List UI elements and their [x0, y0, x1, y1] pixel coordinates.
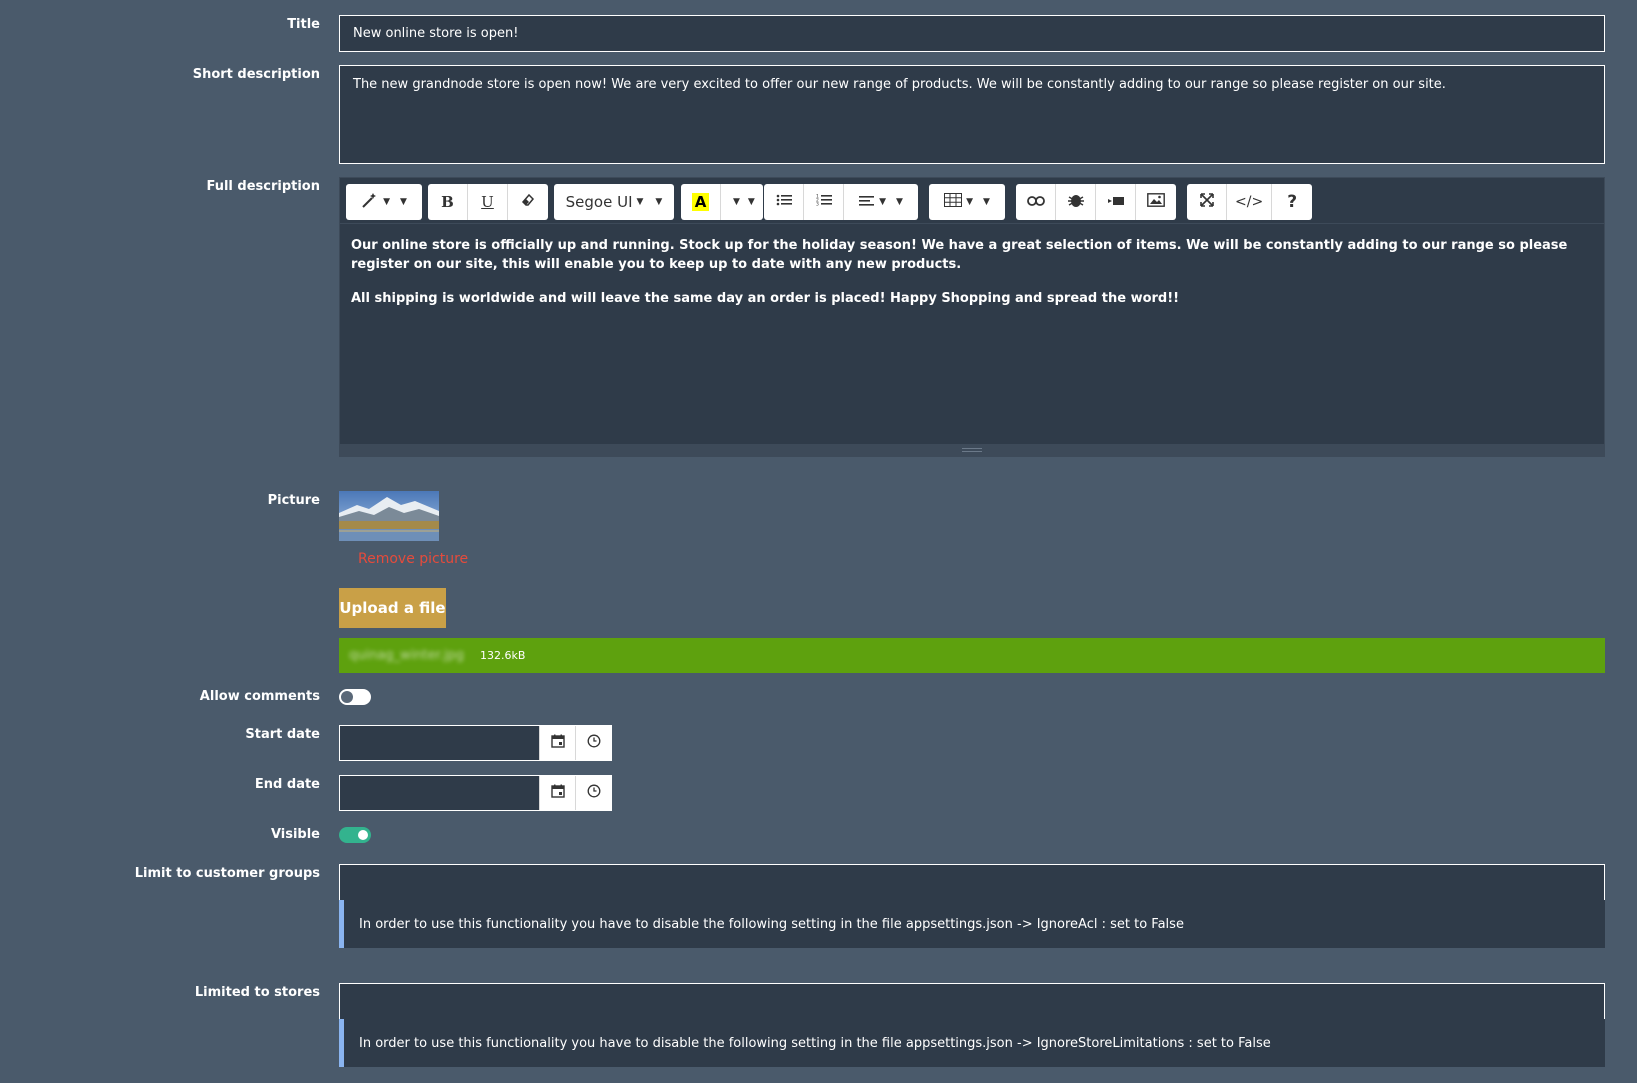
- rich-text-editor: ▼ ▼ B U Segoe UI ▼ ▼ A ▼ ▼ 1 2 3 ▼ ▼ ▼ ▼…: [339, 177, 1605, 457]
- start-date-calendar-button[interactable]: [539, 726, 576, 760]
- end-date-input[interactable]: [340, 776, 540, 810]
- view-group: </> ?: [1187, 184, 1313, 220]
- calendar-icon: [551, 784, 565, 802]
- format-group: B U: [428, 184, 548, 220]
- editor-content[interactable]: Our online store is officially up and ru…: [340, 224, 1604, 446]
- magic-style-button[interactable]: ▼ ▼: [346, 184, 422, 220]
- title-input[interactable]: New online store is open!: [339, 15, 1605, 52]
- video-icon: [1107, 193, 1125, 211]
- short-description-textarea[interactable]: The new grandnode store is open now! We …: [339, 65, 1605, 164]
- font-group: Segoe UI ▼ ▼: [554, 184, 674, 220]
- bold-button[interactable]: B: [428, 184, 468, 220]
- end-date-time-button[interactable]: [575, 776, 612, 810]
- eraser-icon: [521, 193, 535, 211]
- insert-link-button[interactable]: [1016, 184, 1056, 220]
- ordered-list-icon: 123: [816, 193, 832, 211]
- end-date-picker: [339, 775, 612, 811]
- svg-text:3: 3: [816, 202, 819, 208]
- unordered-list-icon: [776, 193, 792, 211]
- short-description-label: Short description: [192, 67, 320, 82]
- editor-paragraph-1: Our online store is officially up and ru…: [351, 238, 1568, 272]
- text-color-button[interactable]: A: [681, 184, 721, 220]
- font-family-value: Segoe UI: [565, 193, 633, 211]
- insert-video-button[interactable]: [1096, 184, 1136, 220]
- color-letter: A: [691, 193, 710, 211]
- help-button[interactable]: ?: [1272, 184, 1312, 220]
- calendar-icon: [551, 734, 565, 752]
- unordered-list-button[interactable]: [764, 184, 804, 220]
- end-date-label: End date: [254, 777, 320, 792]
- picture-thumbnail: [339, 491, 439, 541]
- clock-icon: [587, 734, 601, 752]
- remove-picture-link[interactable]: Remove picture: [358, 551, 468, 567]
- full-description-label: Full description: [206, 179, 320, 194]
- color-group: A ▼ ▼: [681, 184, 763, 220]
- stores-input[interactable]: [339, 983, 1605, 1020]
- visible-toggle[interactable]: [339, 827, 371, 843]
- customer-groups-note: In order to use this functionality you h…: [339, 900, 1605, 948]
- editor-toolbar: ▼ ▼ B U Segoe UI ▼ ▼ A ▼ ▼ 1 2 3 ▼ ▼ ▼ ▼…: [340, 178, 1604, 224]
- style-group: ▼ ▼: [346, 184, 422, 220]
- image-icon: [1147, 193, 1165, 211]
- start-date-picker: [339, 725, 612, 761]
- editor-resize-handle[interactable]: [340, 444, 1604, 456]
- paragraph-group: 123 ▼ ▼: [764, 184, 918, 220]
- stores-note: In order to use this functionality you h…: [339, 1019, 1605, 1067]
- font-family-dropdown[interactable]: Segoe UI ▼ ▼: [554, 184, 674, 220]
- end-date-calendar-button[interactable]: [539, 776, 576, 810]
- insert-bug-button[interactable]: [1056, 184, 1096, 220]
- upload-progress-bar: quinag_winter.jpg 132.6kB: [339, 638, 1605, 673]
- visible-label: Visible: [270, 827, 320, 842]
- clear-format-button[interactable]: [508, 184, 548, 220]
- clock-icon: [587, 784, 601, 802]
- upload-progress-fill: quinag_winter.jpg 132.6kB: [339, 638, 1605, 673]
- table-dropdown[interactable]: ▼ ▼: [929, 184, 1005, 220]
- upload-file-button[interactable]: Upload a file: [339, 588, 446, 628]
- table-icon: [944, 193, 963, 211]
- underline-button[interactable]: U: [468, 184, 508, 220]
- start-date-input[interactable]: [340, 726, 540, 760]
- insert-image-button[interactable]: [1136, 184, 1176, 220]
- magic-wand-icon: [361, 191, 379, 213]
- ordered-list-button[interactable]: 123: [804, 184, 844, 220]
- fullscreen-button[interactable]: [1187, 184, 1227, 220]
- insert-group: [1016, 184, 1176, 220]
- picture-label: Picture: [267, 493, 320, 508]
- allow-comments-toggle[interactable]: [339, 689, 371, 705]
- start-date-label: Start date: [245, 727, 320, 742]
- align-dropdown[interactable]: ▼ ▼: [844, 184, 918, 220]
- fullscreen-icon: [1199, 193, 1214, 211]
- customer-groups-input[interactable]: [339, 864, 1605, 901]
- align-icon: [859, 193, 875, 211]
- allow-comments-label: Allow comments: [199, 689, 320, 704]
- bug-icon: [1067, 191, 1085, 213]
- uploaded-file-size: 132.6kB: [480, 649, 526, 662]
- customer-groups-label: Limit to customer groups: [134, 866, 320, 881]
- title-label: Title: [287, 17, 320, 32]
- code-view-button[interactable]: </>: [1227, 184, 1273, 220]
- color-dropdown[interactable]: ▼ ▼: [721, 184, 763, 220]
- stores-label: Limited to stores: [194, 985, 320, 1000]
- uploaded-file-name: quinag_winter.jpg: [349, 648, 465, 663]
- table-group: ▼ ▼: [929, 184, 1005, 220]
- editor-paragraph-2: All shipping is worldwide and will leave…: [351, 291, 1180, 306]
- start-date-time-button[interactable]: [575, 726, 612, 760]
- link-icon: [1026, 193, 1045, 211]
